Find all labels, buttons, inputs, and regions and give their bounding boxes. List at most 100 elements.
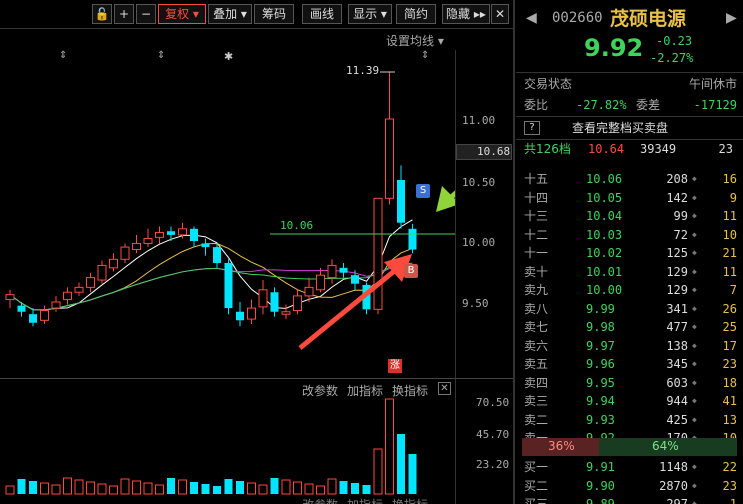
ask-dot-icon: ◆ bbox=[692, 211, 697, 220]
total-levels-label: 共126档 bbox=[524, 142, 571, 156]
ask-row[interactable]: 十四 10.05 142 ◆ 9 bbox=[524, 189, 743, 207]
ask-row[interactable]: 卖九 10.00 129 ◆ 7 bbox=[524, 281, 743, 299]
bid-row[interactable]: 买二 9.90 2870 ◆ 23 bbox=[524, 477, 743, 495]
change-params-button[interactable]: 改参数 bbox=[302, 382, 338, 399]
ask-row[interactable]: 卖二 9.93 425 ◆ 13 bbox=[524, 411, 743, 429]
close-indicator-icon[interactable]: ✕ bbox=[438, 382, 451, 395]
help-icon[interactable]: ? bbox=[524, 121, 540, 135]
red-arrow-icon bbox=[298, 254, 412, 350]
candle-body bbox=[351, 275, 359, 284]
ask-row[interactable]: 卖八 9.99 341 ◆ 26 bbox=[524, 300, 743, 318]
kline-chart[interactable] bbox=[0, 0, 455, 504]
ask-price: 9.94 bbox=[586, 394, 615, 408]
total-levels-price: 10.64 bbox=[588, 142, 625, 156]
volume-bar bbox=[339, 481, 348, 494]
bid-count: 1 bbox=[729, 497, 737, 504]
volume-bar bbox=[120, 478, 130, 495]
candle-body bbox=[201, 243, 210, 248]
candle-body bbox=[304, 286, 314, 297]
ask-volume: 138 bbox=[666, 338, 688, 353]
candle-body bbox=[40, 310, 49, 321]
candle-body bbox=[97, 264, 107, 281]
volume-bar bbox=[362, 485, 371, 494]
ask-volume: 129 bbox=[666, 264, 688, 279]
candle-body bbox=[86, 277, 95, 288]
ask-row[interactable]: 十五 10.06 208 ◆ 16 bbox=[524, 170, 743, 188]
candle-body bbox=[247, 307, 256, 320]
total-levels-count: 23 bbox=[718, 142, 733, 156]
volume-bar bbox=[40, 482, 49, 495]
ask-volume: 129 bbox=[666, 283, 688, 297]
ask-count: 11 bbox=[722, 209, 737, 223]
ask-count: 11 bbox=[722, 264, 737, 279]
candle-body bbox=[167, 231, 175, 235]
buy-signal-badge[interactable]: B bbox=[404, 264, 418, 278]
switch-indicator-button[interactable]: 换指标 bbox=[392, 382, 428, 399]
volume-bar bbox=[17, 479, 26, 494]
volume-bar bbox=[258, 484, 268, 495]
volume-bar bbox=[213, 486, 221, 494]
candle-body bbox=[5, 294, 15, 301]
close-icon[interactable]: ✕ bbox=[491, 4, 509, 24]
bottom-change-params-button[interactable]: 改参数 bbox=[302, 496, 338, 504]
weibi-label: 委比 bbox=[524, 98, 549, 112]
next-stock-arrow-icon[interactable]: ▶ bbox=[726, 10, 737, 26]
ask-row[interactable]: 十二 10.03 72 ◆ 10 bbox=[524, 226, 743, 244]
add-indicator-button[interactable]: 加指标 bbox=[347, 382, 383, 399]
bottom-switch-indicator-button[interactable]: 换指标 bbox=[392, 496, 428, 504]
ask-count: 41 bbox=[722, 394, 737, 408]
ask-row[interactable]: 卖四 9.95 603 ◆ 18 bbox=[524, 374, 743, 392]
panel-divider bbox=[513, 0, 515, 504]
ask-price: 9.98 bbox=[586, 320, 615, 334]
ask-level-label: 卖三 bbox=[524, 394, 549, 408]
volume-bar bbox=[270, 478, 279, 494]
stock-name: 茂硕电源 bbox=[610, 8, 687, 30]
bid-level-label: 买二 bbox=[524, 478, 549, 493]
candle-body bbox=[63, 291, 72, 301]
volume-bar bbox=[385, 398, 394, 495]
bid-ask-ratio-bar: 36% 64% bbox=[522, 438, 737, 456]
limit-up-badge[interactable]: 涨 bbox=[388, 359, 402, 373]
ask-row[interactable]: 卖十 10.01 129 ◆ 11 bbox=[524, 263, 743, 281]
ask-level-label: 卖八 bbox=[524, 301, 549, 316]
ask-volume: 603 bbox=[666, 375, 688, 390]
ask-dot-icon: ◆ bbox=[692, 174, 697, 183]
candle-body bbox=[408, 228, 417, 250]
volume-bar bbox=[178, 479, 187, 495]
ask-row[interactable]: 卖三 9.94 944 ◆ 41 bbox=[524, 392, 743, 410]
ask-row[interactable]: 十一 10.02 125 ◆ 21 bbox=[524, 244, 743, 262]
bottom-add-indicator-button[interactable]: 加指标 bbox=[347, 496, 383, 504]
ask-level-label: 卖二 bbox=[524, 412, 549, 427]
divider bbox=[516, 116, 743, 117]
prev-stock-arrow-icon[interactable]: ◀ bbox=[526, 10, 537, 26]
ask-price: 9.93 bbox=[586, 412, 615, 427]
ask-row[interactable]: 十三 10.04 99 ◆ 11 bbox=[524, 207, 743, 225]
bid-row[interactable]: 买一 9.91 1148 ◆ 22 bbox=[524, 458, 743, 476]
volume-bar bbox=[143, 482, 153, 495]
ask-row[interactable]: 卖七 9.98 477 ◆ 25 bbox=[524, 318, 743, 336]
current-price-tag: 10.68 bbox=[456, 144, 512, 160]
candle-body bbox=[155, 231, 164, 238]
ask-row[interactable]: 卖五 9.96 345 ◆ 23 bbox=[524, 355, 743, 373]
ask-volume: 72 bbox=[673, 227, 688, 242]
bid-volume: 2870 bbox=[659, 478, 688, 493]
ratio-left-label: 36% bbox=[548, 439, 575, 453]
ask-price: 9.95 bbox=[586, 375, 615, 390]
bid-row[interactable]: 买三 9.89 297 ◆ 1 bbox=[524, 495, 743, 504]
candle-body bbox=[178, 228, 187, 236]
bid-dot-icon: ◆ bbox=[692, 480, 697, 490]
ask-price: 10.04 bbox=[586, 209, 623, 223]
ask-volume: 208 bbox=[666, 172, 688, 186]
full-book-link[interactable]: 查看完整档买卖盘 bbox=[572, 119, 668, 137]
sell-signal-badge[interactable]: S bbox=[416, 184, 430, 198]
trade-status-label: 交易状态 bbox=[524, 77, 573, 91]
volume-bar bbox=[201, 484, 210, 494]
full-book-row[interactable]: ? 查看完整档买卖盘 bbox=[524, 119, 743, 137]
weicha-value: -17129 bbox=[693, 98, 737, 112]
ask-price: 9.97 bbox=[586, 338, 615, 353]
bid-volume: 297 bbox=[666, 497, 688, 504]
ask-row[interactable]: 卖六 9.97 138 ◆ 17 bbox=[524, 337, 743, 355]
candle-body bbox=[293, 295, 302, 312]
high-price-label: 11.39 bbox=[346, 64, 380, 77]
volume-bar bbox=[373, 448, 383, 495]
